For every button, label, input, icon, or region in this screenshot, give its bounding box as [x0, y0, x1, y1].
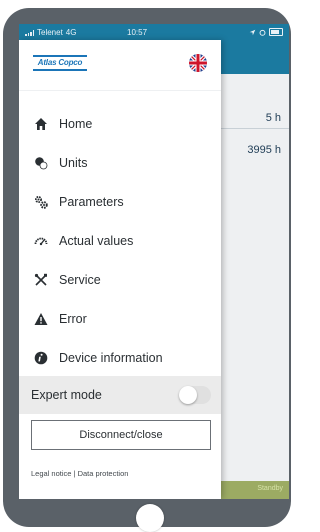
screen: 5 h 3995 h Standby Telenet 4G 10:57 Atla… [19, 24, 289, 499]
gauge-icon [33, 233, 49, 249]
menu-label: Home [59, 116, 93, 131]
status-footer: Standby [219, 481, 289, 499]
carrier-name: Telenet [37, 28, 63, 37]
home-button[interactable] [136, 504, 164, 532]
menu-item-home[interactable]: Home [19, 104, 221, 143]
uk-flag-language-button[interactable] [189, 54, 207, 72]
phone-frame: 5 h 3995 h Standby Telenet 4G 10:57 Atla… [3, 8, 291, 532]
menu-item-actual-values[interactable]: Actual values [19, 221, 221, 260]
navigation-drawer: Atlas Copco Home Units Parameters Actual… [19, 40, 221, 499]
service-tools-icon [33, 272, 49, 288]
drawer-header: Atlas Copco [19, 40, 221, 91]
divider [219, 128, 289, 129]
hours-value-2: 3995 h [247, 144, 281, 156]
parameters-icon [33, 194, 49, 210]
menu-item-service[interactable]: Service [19, 260, 221, 299]
warning-icon [33, 311, 49, 327]
menu-item-parameters[interactable]: Parameters [19, 182, 221, 221]
info-icon [33, 350, 49, 366]
location-icon [249, 29, 256, 35]
menu-label: Device information [59, 350, 163, 365]
toggle-knob [179, 386, 197, 404]
network-type: 4G [65, 28, 77, 37]
disconnect-close-button[interactable]: Disconnect/close [31, 420, 211, 450]
menu-label: Actual values [59, 233, 134, 248]
standby-status: Standby [257, 485, 283, 492]
clock: 10:57 [127, 28, 148, 37]
menu-label: Units [59, 155, 88, 170]
alarm-icon [259, 29, 266, 36]
drawer-menu: Home Units Parameters Actual values Serv… [19, 104, 221, 377]
legal-links[interactable]: Legal notice | Data protection [31, 469, 128, 478]
status-bar: Telenet 4G 10:57 [19, 24, 289, 40]
menu-item-units[interactable]: Units [19, 143, 221, 182]
hours-value-1: 5 h [265, 112, 281, 124]
menu-label: Service [59, 272, 101, 287]
menu-item-error[interactable]: Error [19, 299, 221, 338]
home-icon [33, 116, 49, 132]
menu-label: Error [59, 311, 87, 326]
atlas-copco-logo: Atlas Copco [33, 55, 87, 71]
signal-icon [25, 29, 34, 36]
carrier-info: Telenet 4G [25, 28, 76, 37]
status-icons [249, 28, 283, 36]
battery-icon [269, 28, 283, 36]
menu-label: Parameters [59, 194, 124, 209]
expert-mode-row: Expert mode [19, 376, 221, 414]
expert-mode-toggle[interactable] [179, 386, 211, 404]
expert-mode-label: Expert mode [31, 388, 102, 402]
units-icon [33, 155, 49, 171]
menu-item-device-information[interactable]: Device information [19, 338, 221, 377]
uk-flag-icon [189, 54, 207, 72]
